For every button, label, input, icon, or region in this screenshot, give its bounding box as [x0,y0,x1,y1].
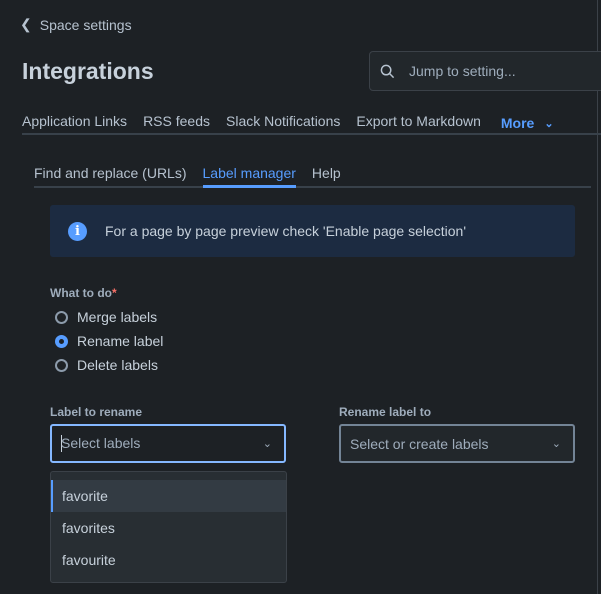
tab-help[interactable]: Help [312,165,341,186]
info-icon: i [68,221,87,241]
dropdown-option[interactable]: favorite [51,480,286,512]
rename-to-select[interactable]: Select or create labels ⌄ [339,424,575,463]
what-to-do-label: What to do* [50,286,117,300]
rename-to-label: Rename label to [339,405,432,419]
radio-merge-labels[interactable]: Merge labels [55,309,157,325]
chevron-left-icon: ❮ [20,16,32,32]
labels-dropdown-menu: favorite favorites favourite [50,471,287,583]
back-link-label: Space settings [39,16,132,33]
radio-circle [55,358,68,372]
radio-rename-label[interactable]: Rename label [55,333,163,349]
info-banner: i For a page by page preview check 'Enabl… [50,205,575,257]
tab-slack-notifications[interactable]: Slack Notifications [226,113,340,133]
label-to-rename-label: Label to rename [50,405,143,419]
select-placeholder: Select labels [61,434,141,451]
radio-circle [55,310,68,324]
subtabs: Find and replace (URLs) Label manager He… [34,165,591,188]
dropdown-option[interactable]: favorites [51,512,286,544]
radio-label: Merge labels [77,309,158,325]
chevron-down-icon: ⌄ [551,438,561,450]
info-text: For a page by page preview check 'Enable… [105,223,467,239]
page-title: Integrations [22,58,154,84]
select-placeholder: Select or create labels [350,435,489,452]
required-marker: * [111,286,117,300]
search-placeholder: Jump to setting... [409,63,516,79]
tab-application-links[interactable]: Application Links [22,113,127,133]
radio-delete-labels[interactable]: Delete labels [55,357,158,373]
more-tabs-button[interactable]: More ⌄ [501,113,554,133]
tab-find-replace[interactable]: Find and replace (URLs) [34,165,187,186]
tab-export-markdown[interactable]: Export to Markdown [356,113,481,133]
chevron-down-icon: ⌄ [262,438,272,450]
label-text: What to do [50,286,112,300]
radio-circle-checked [55,334,68,348]
search-icon [380,64,395,78]
radio-label: Rename label [77,333,164,349]
chevron-down-icon: ⌄ [544,118,554,130]
tab-rss-feeds[interactable]: RSS feeds [143,113,210,133]
tab-label-manager[interactable]: Label manager [202,165,296,188]
integration-tabs: Application Links RSS feeds Slack Notifi… [22,113,601,135]
more-label: More [500,115,535,131]
dropdown-option[interactable]: favourite [51,544,286,576]
radio-label: Delete labels [77,357,158,373]
label-to-rename-select[interactable]: Select labels ⌄ [50,424,286,463]
back-link[interactable]: ❮ Space settings [20,16,132,33]
search-input[interactable]: Jump to setting... [369,51,601,91]
